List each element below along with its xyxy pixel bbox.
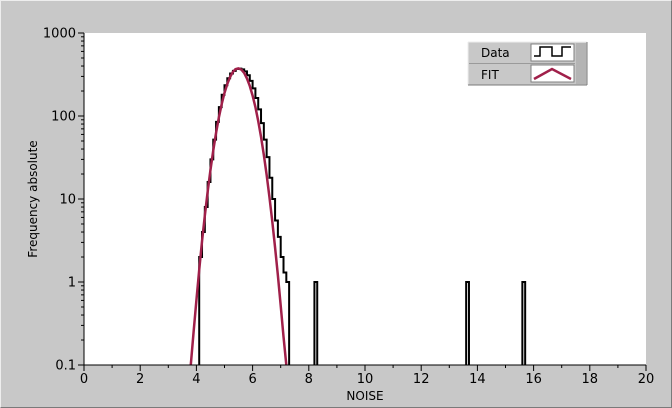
x-tick-label: 6 [248, 372, 256, 387]
y-tick-label: 1 [68, 276, 76, 291]
x-tick-label: 12 [413, 372, 430, 387]
x-tick-label: 16 [525, 372, 542, 387]
y-axis-title: Frequency absolute [26, 140, 40, 257]
legend-label-fit: FIT [481, 68, 499, 82]
x-axis-title: NOISE [346, 389, 383, 403]
histogram-chart: 0 2 4 6 8 10 12 14 16 18 20 0.1 1 10 100 1000 Frequency… [26, 27, 655, 404]
legend-label-data: Data [481, 46, 510, 60]
x-tick-label: 0 [80, 372, 88, 387]
y-tick-label: 10 [59, 193, 76, 208]
x-tick-label: 8 [305, 372, 313, 387]
x-tick-label: 20 [638, 372, 655, 387]
legend-swatch-fit [530, 64, 575, 83]
x-tick-label: 4 [192, 372, 200, 387]
y-tick-label: 100 [51, 110, 76, 125]
y-tick-label: 0.1 [55, 359, 76, 374]
x-tick-label: 18 [582, 372, 599, 387]
x-tick-label: 2 [136, 372, 144, 387]
x-tick-label: 10 [357, 372, 374, 387]
y-tick-label: 1000 [43, 27, 76, 42]
legend: Data FIT [467, 41, 588, 86]
x-tick-label: 14 [469, 372, 486, 387]
